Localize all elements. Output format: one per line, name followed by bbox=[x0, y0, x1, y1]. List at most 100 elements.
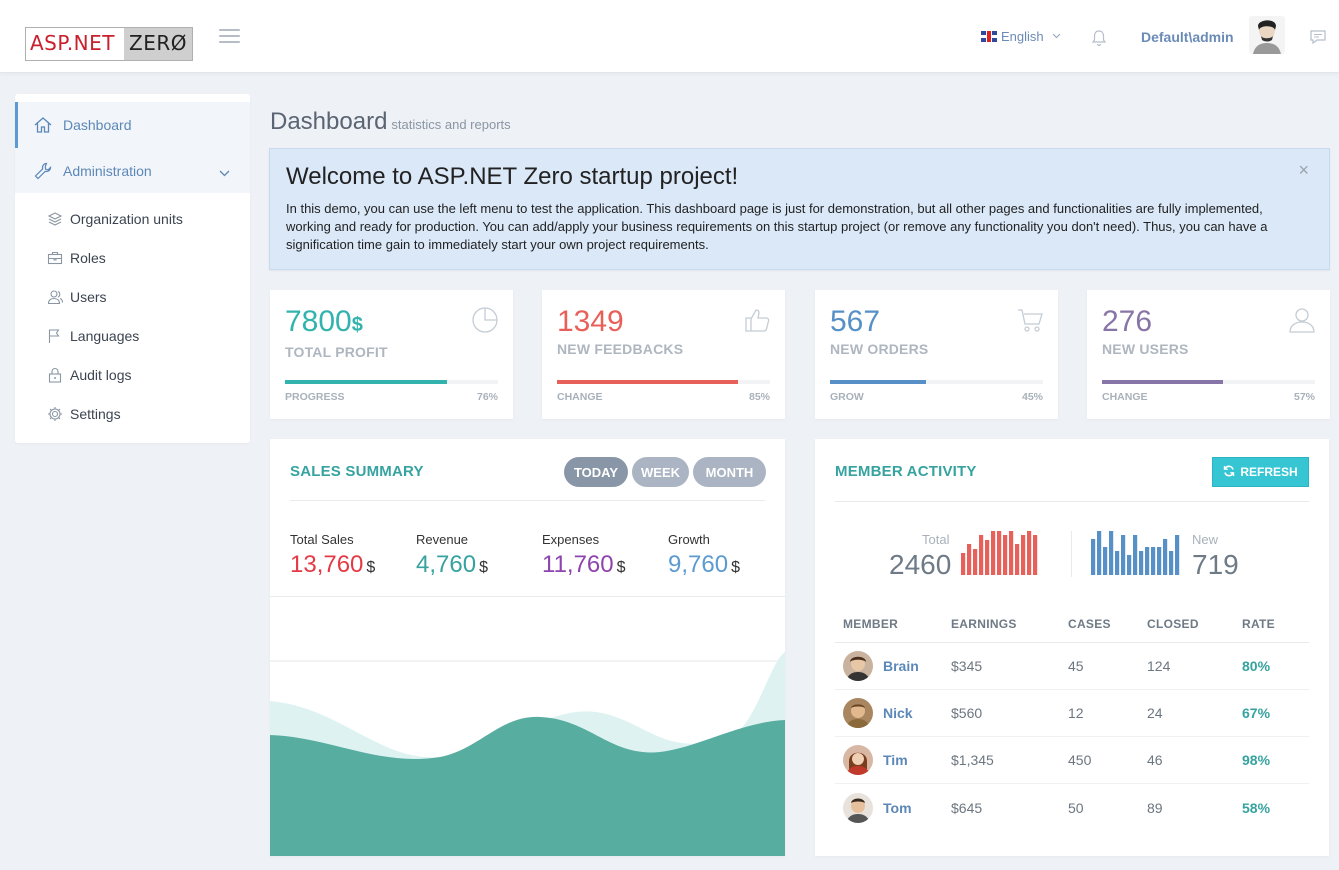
earnings-cell: $1,345 bbox=[951, 752, 994, 768]
member-name-link[interactable]: Tim bbox=[883, 752, 908, 768]
total-label: Total bbox=[922, 532, 950, 547]
sidebar-item-users[interactable]: Users bbox=[15, 277, 250, 316]
progress-label: GROW bbox=[830, 391, 864, 403]
progress-bar bbox=[285, 380, 498, 384]
closed-cell: 89 bbox=[1147, 799, 1163, 816]
menu-toggle-icon[interactable] bbox=[219, 29, 240, 47]
page-title-text: Dashboard bbox=[270, 108, 388, 135]
wrench-icon bbox=[33, 161, 53, 181]
closed-cell: 46 bbox=[1147, 752, 1163, 768]
sparkline-bar bbox=[1027, 531, 1032, 575]
member-activity-title: MEMBER ACTIVITY bbox=[835, 463, 977, 480]
sales-summary-title: SALES SUMMARY bbox=[290, 463, 424, 480]
member-table: MEMBER EARNINGS CASES CLOSED RATE Brain … bbox=[835, 605, 1309, 831]
progress-percent: 85% bbox=[748, 391, 770, 403]
progress-percent: 57% bbox=[1293, 391, 1315, 403]
kpi-value: 4,760 $ bbox=[416, 551, 488, 578]
cart-icon bbox=[1016, 306, 1044, 339]
member-name-link[interactable]: Nick bbox=[883, 705, 913, 721]
sidebar-item-administration[interactable]: Administration bbox=[15, 148, 250, 193]
total-value: 2460 bbox=[889, 549, 952, 580]
divider bbox=[290, 500, 765, 501]
progress-percent: 45% bbox=[1021, 391, 1043, 403]
sparkline-bar bbox=[1169, 551, 1174, 575]
stat-label: NEW USERS bbox=[1102, 341, 1189, 357]
new-label: New bbox=[1192, 532, 1219, 547]
pie-chart-icon bbox=[471, 306, 499, 339]
sparkline-bar bbox=[973, 549, 978, 575]
cases-cell: 45 bbox=[1068, 658, 1084, 674]
sidebar-item-label: Languages bbox=[70, 327, 140, 344]
member-name-link[interactable]: Tom bbox=[883, 800, 912, 816]
new-value: 719 bbox=[1192, 549, 1239, 580]
sparkline-bar bbox=[997, 531, 1002, 575]
sales-area-chart bbox=[270, 652, 785, 856]
sidebar-item-audit-logs[interactable]: Audit logs bbox=[15, 355, 250, 394]
refresh-button[interactable]: REFRESH bbox=[1212, 457, 1309, 487]
table-header: MEMBER EARNINGS CASES CLOSED RATE bbox=[835, 605, 1309, 643]
stat-card-new-feedbacks: 1349 NEW FEEDBACKS CHANGE 85% bbox=[542, 290, 785, 419]
flag-icon bbox=[47, 328, 63, 344]
kpi-value: 11,760 $ bbox=[542, 551, 626, 578]
current-username[interactable]: Default\admin bbox=[1141, 29, 1234, 45]
stat-card-total-profit: 7800$ TOTAL PROFIT PROGRESS 76% bbox=[270, 290, 513, 419]
sparkline-bar bbox=[1009, 531, 1014, 575]
table-row: Tom $645 50 89 58% bbox=[835, 784, 1309, 831]
sales-summary-panel: SALES SUMMARY TODAY WEEK MONTH Total Sal… bbox=[270, 439, 785, 856]
stat-value: 567 bbox=[830, 305, 881, 338]
close-icon[interactable]: × bbox=[1298, 160, 1309, 181]
chat-icon[interactable] bbox=[1309, 29, 1327, 50]
member-name-link[interactable]: Brain bbox=[883, 658, 919, 674]
language-selector[interactable]: English bbox=[981, 29, 1061, 44]
page-title: Dashboard statistics and reports bbox=[270, 108, 511, 136]
sidebar-item-organization-units[interactable]: Organization units bbox=[15, 199, 250, 238]
sidebar-item-label: Users bbox=[70, 288, 107, 305]
divider bbox=[1071, 531, 1072, 577]
bell-icon[interactable] bbox=[1091, 29, 1107, 47]
column-header: RATE bbox=[1242, 616, 1275, 631]
sparkline-bar bbox=[1121, 535, 1126, 575]
column-header: CASES bbox=[1068, 616, 1111, 631]
sidebar-item-label: Dashboard bbox=[63, 117, 132, 133]
rate-cell: 67% bbox=[1242, 705, 1271, 721]
table-row: Tim $1,345 450 46 98% bbox=[835, 737, 1309, 784]
user-avatar[interactable] bbox=[1249, 16, 1285, 54]
language-label: English bbox=[1001, 29, 1044, 44]
kpi-value: 9,760 $ bbox=[668, 551, 740, 578]
divider bbox=[835, 501, 1309, 502]
sidebar-item-roles[interactable]: Roles bbox=[15, 238, 250, 277]
progress-label: PROGRESS bbox=[285, 391, 345, 403]
page-subtitle: statistics and reports bbox=[391, 117, 511, 132]
stat-card-new-users: 276 NEW USERS CHANGE 57% bbox=[1087, 290, 1330, 419]
sidebar-item-dashboard[interactable]: Dashboard bbox=[15, 102, 250, 148]
month-button[interactable]: MONTH bbox=[693, 457, 766, 487]
sparkline-bar bbox=[1021, 535, 1026, 575]
progress-bar bbox=[1102, 380, 1315, 384]
table-row: Brain $345 45 124 80% bbox=[835, 643, 1309, 690]
closed-cell: 124 bbox=[1147, 658, 1171, 674]
sparkline-bar bbox=[1151, 547, 1156, 575]
sidebar-item-settings[interactable]: Settings bbox=[15, 394, 250, 433]
progress-bar-fill bbox=[285, 380, 447, 384]
member-avatar bbox=[843, 698, 873, 728]
sparkline-bar bbox=[1163, 539, 1168, 575]
member-activity-panel: MEMBER ACTIVITY REFRESH Total 2460 New 7… bbox=[815, 439, 1329, 856]
sidebar-item-label: Roles bbox=[70, 249, 106, 266]
kpi-label: Revenue bbox=[416, 532, 469, 547]
progress-label: CHANGE bbox=[1102, 391, 1148, 403]
stat-value: 276 bbox=[1102, 305, 1153, 338]
kpi-label: Growth bbox=[668, 532, 710, 547]
kpi-expenses: Expenses 11,760 $ bbox=[542, 532, 626, 579]
sparkline-bar bbox=[961, 553, 966, 575]
new-sparkline bbox=[1091, 531, 1180, 575]
stat-label: NEW FEEDBACKS bbox=[557, 341, 684, 357]
sidebar-item-languages[interactable]: Languages bbox=[15, 316, 250, 355]
layers-icon bbox=[47, 211, 63, 227]
welcome-text: In this demo, you can use the left menu … bbox=[286, 201, 1268, 252]
week-button[interactable]: WEEK bbox=[632, 457, 689, 487]
home-icon bbox=[33, 115, 53, 135]
app-logo[interactable]: ASP.NET ZERØ bbox=[25, 27, 193, 61]
earnings-cell: $345 bbox=[951, 658, 983, 674]
today-button[interactable]: TODAY bbox=[564, 457, 628, 487]
cases-cell: 12 bbox=[1068, 705, 1084, 721]
